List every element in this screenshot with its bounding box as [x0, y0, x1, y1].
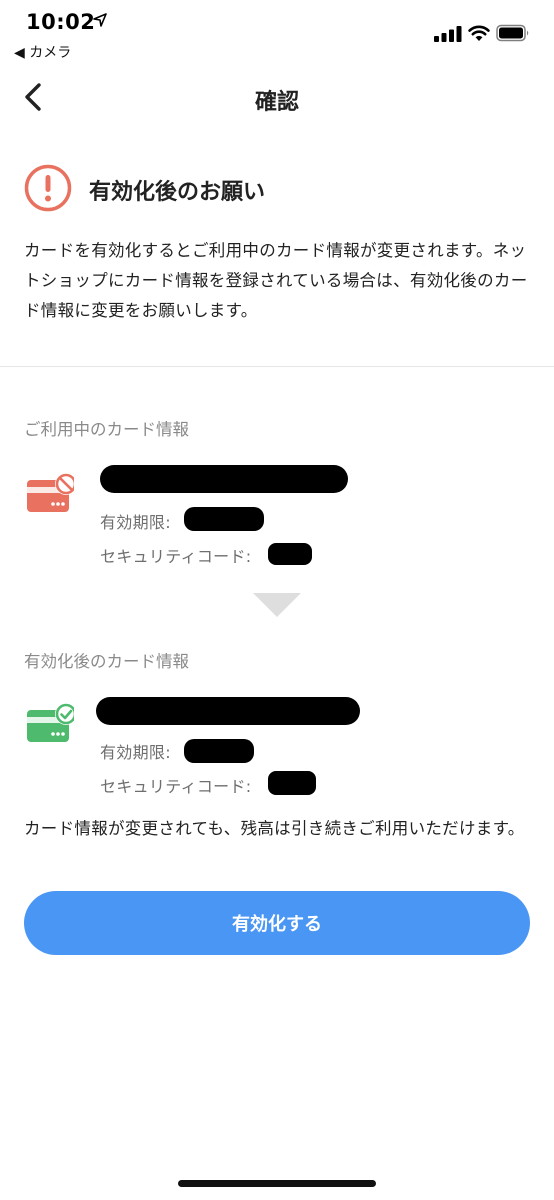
triangle-down-icon — [253, 593, 301, 617]
new-card-number-redacted — [96, 697, 360, 725]
card-check-icon — [27, 703, 74, 742]
activate-button[interactable]: 有効化する — [24, 891, 530, 955]
section-divider — [0, 366, 554, 367]
new-card-security-redacted — [268, 771, 316, 795]
current-card-security-label: セキュリティコード: — [100, 547, 252, 566]
notice-title: 有効化後のお願い — [89, 180, 266, 205]
current-card-section-label: ご利用中のカード情報 — [24, 420, 189, 439]
current-card-expiry-redacted — [184, 507, 264, 531]
notice-body: カードを有効化するとご利用中のカード情報が変更されます。ネットショップにカード情… — [24, 241, 528, 320]
status-time: 10:02 — [26, 10, 96, 34]
exclamation-circle-icon — [24, 164, 72, 212]
home-indicator[interactable] — [178, 1180, 376, 1187]
page-title: 確認 — [254, 90, 299, 115]
new-card-expiry-redacted — [184, 739, 254, 763]
card-blocked-icon — [27, 473, 74, 512]
signal-icon — [434, 26, 462, 42]
current-card-expiry-label: 有効期限: — [100, 513, 171, 532]
current-card-number-redacted — [100, 465, 348, 493]
back-to-app-link[interactable]: ◀ カメラ — [14, 42, 71, 62]
new-card-security-label: セキュリティコード: — [100, 777, 252, 796]
location-arrow-icon — [93, 13, 107, 27]
battery-icon — [496, 24, 529, 42]
wifi-icon — [468, 25, 490, 41]
current-card-security-redacted — [268, 543, 312, 565]
new-card-section-label: 有効化後のカード情報 — [24, 652, 189, 671]
balance-note: カード情報が変更されても、残高は引き続きご利用いただけます。 — [24, 819, 525, 838]
activate-button-label: 有効化する — [232, 914, 322, 935]
new-card-expiry-label: 有効期限: — [100, 743, 171, 762]
